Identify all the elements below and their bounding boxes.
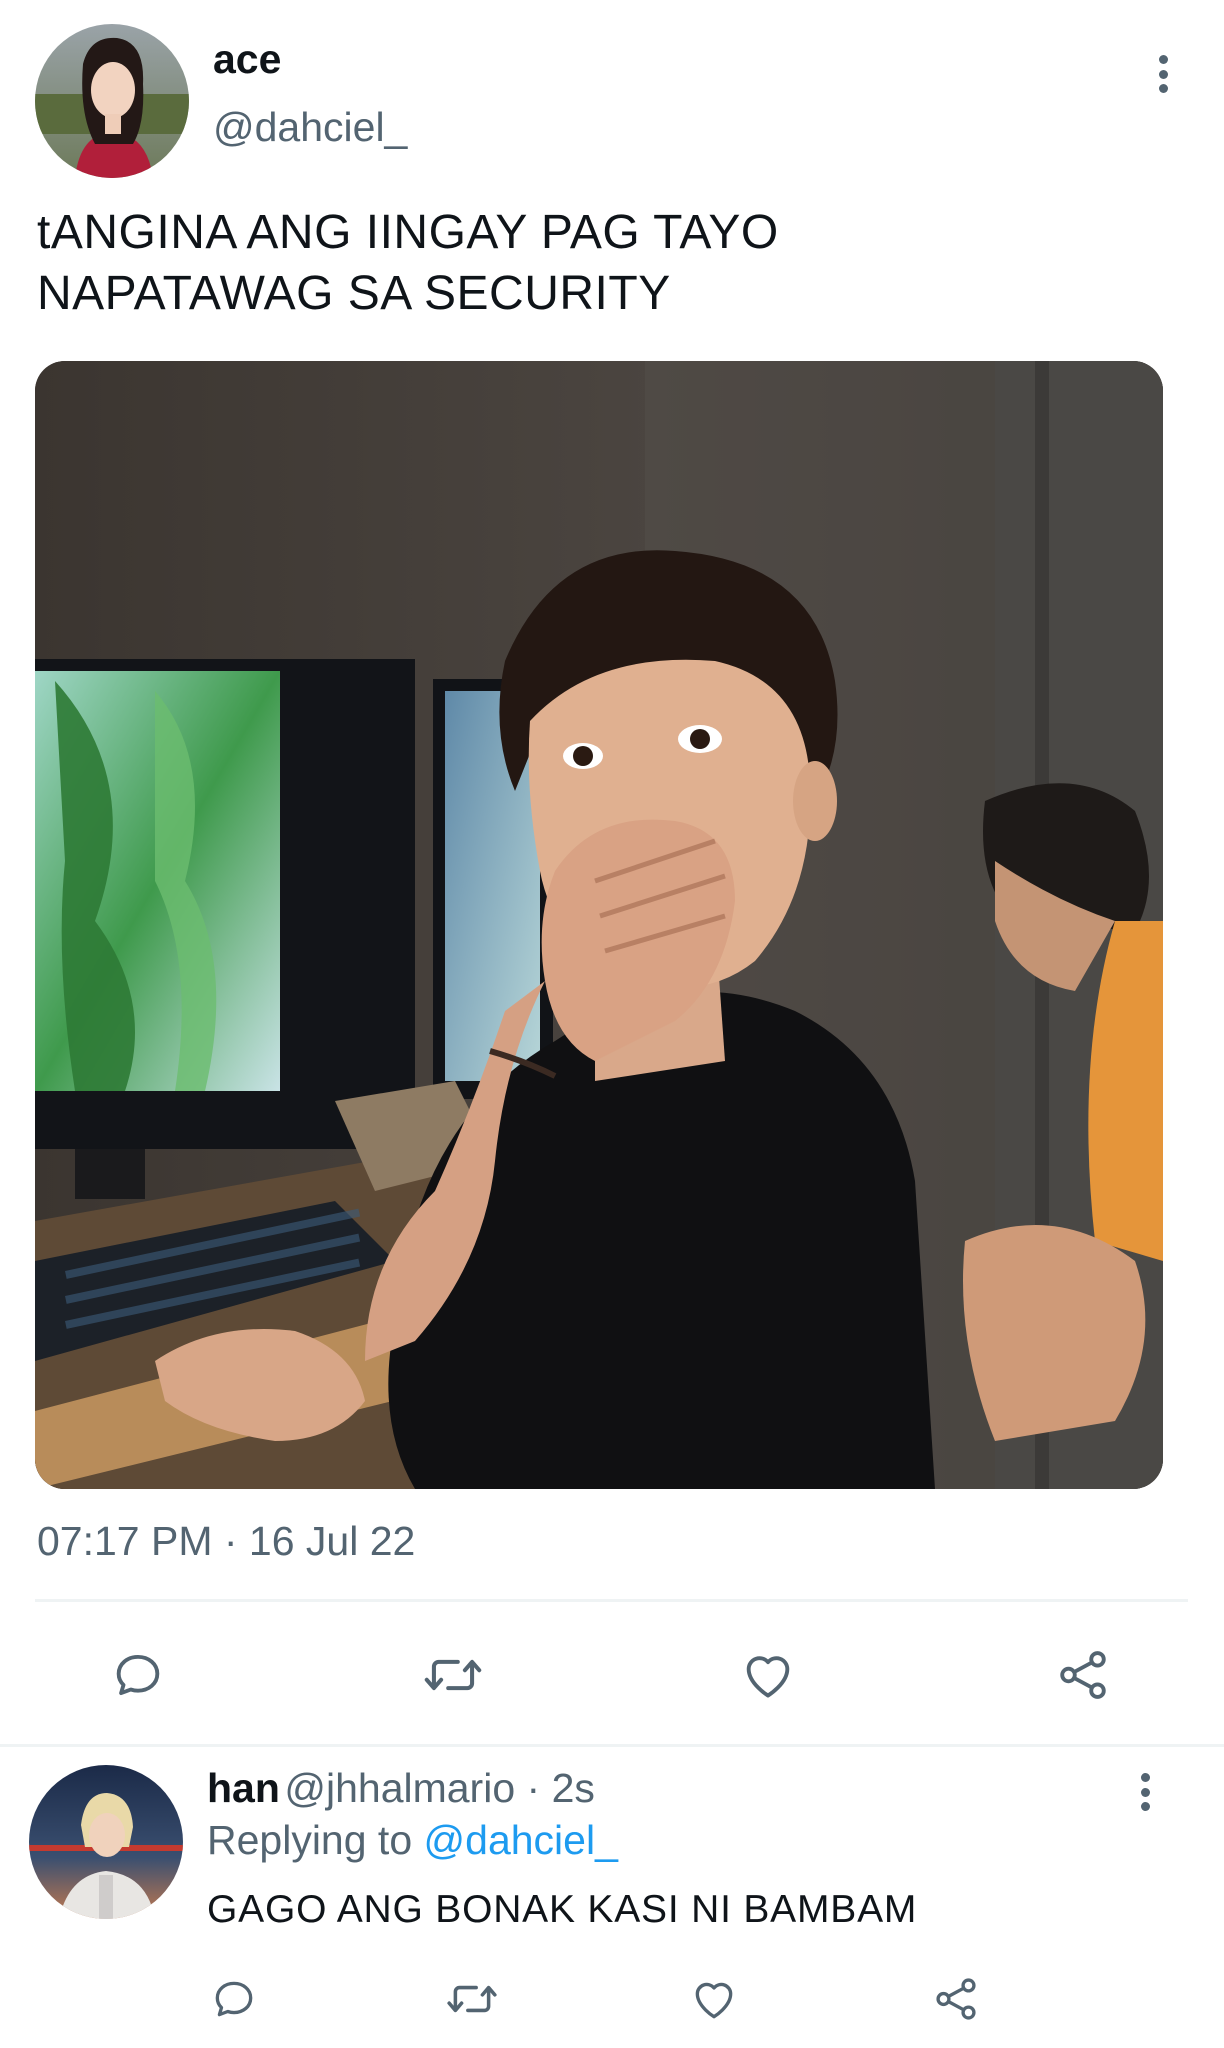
reply-header: han @jhhalmario · 2s: [207, 1765, 595, 1812]
replying-to: Replying to @dahciel_: [207, 1817, 618, 1864]
retweet-icon: [424, 1659, 482, 1691]
reply-author-avatar[interactable]: [29, 1765, 183, 1919]
reply-author-name[interactable]: han: [207, 1765, 280, 1811]
tweet-text-line-2: NAPATAWAG SA SECURITY: [37, 267, 671, 320]
like-icon: [746, 1656, 790, 1698]
like-icon: [695, 1982, 733, 2019]
retweet-icon: [447, 1985, 497, 2013]
tweet-text-line-1: tANGINA ANG IINGAY PAG TAYO: [37, 206, 779, 259]
tweet-timestamp[interactable]: 07:17 PM · 16 Jul 22: [37, 1518, 415, 1565]
author-name[interactable]: ace: [213, 36, 281, 83]
reply-reply-button[interactable]: [194, 1966, 274, 2032]
share-icon: [936, 1978, 976, 2020]
replying-to-prefix: Replying to: [207, 1817, 424, 1863]
reply-button[interactable]: [98, 1640, 178, 1710]
reply-icon: [215, 1981, 253, 2017]
reply-time[interactable]: 2s: [552, 1765, 595, 1811]
share-button[interactable]: [1043, 1640, 1123, 1710]
tweet-text: tANGINA ANG IINGAY PAG TAYO NAPATAWAG SA…: [37, 202, 1177, 324]
replying-to-mention[interactable]: @dahciel_: [424, 1817, 618, 1863]
like-button[interactable]: [728, 1640, 808, 1710]
author-avatar[interactable]: [35, 24, 189, 178]
author-handle[interactable]: @dahciel_: [213, 104, 407, 151]
share-icon: [1060, 1651, 1106, 1699]
reply-like-button[interactable]: [674, 1966, 754, 2032]
reply-author-handle[interactable]: @jhhalmario: [284, 1765, 515, 1811]
meta-separator: ·: [515, 1765, 552, 1811]
reply-icon: [116, 1654, 160, 1696]
retweet-button[interactable]: [413, 1640, 493, 1710]
reply-more-options-icon[interactable]: [1138, 1773, 1152, 1811]
reply-retweet-button[interactable]: [432, 1966, 512, 2032]
reply-share-button[interactable]: [916, 1966, 996, 2032]
more-options-icon[interactable]: [1156, 55, 1170, 93]
tweet-photo[interactable]: [35, 361, 1163, 1489]
reply-text: GAGO ANG BONAK KASI NI BAMBAM: [207, 1888, 918, 1931]
divider: [35, 1599, 1188, 1602]
divider: [0, 1744, 1224, 1747]
